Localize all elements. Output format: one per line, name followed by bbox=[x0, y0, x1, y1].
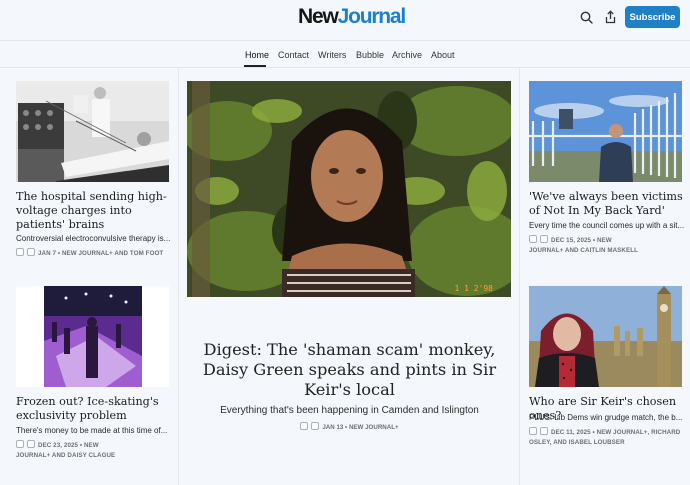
column-divider bbox=[519, 68, 520, 485]
article-byline: DEC 23, 2025 • NEW bbox=[38, 442, 99, 449]
nav-item-bubble[interactable]: Bubble bbox=[356, 50, 384, 60]
article-title-digest[interactable]: Digest: The 'shaman scam' monkey, Daisy … bbox=[188, 340, 511, 400]
article-byline: JAN 13 • NEW JOURNAL+ bbox=[322, 424, 399, 431]
logo-text-journal: Journal bbox=[337, 5, 407, 28]
article-image-skating[interactable] bbox=[16, 286, 169, 387]
search-icon[interactable] bbox=[578, 9, 594, 25]
nav-item-writers[interactable]: Writers bbox=[318, 50, 346, 60]
main-nav: Home Contact Writers Bubble Archive Abou… bbox=[0, 41, 690, 68]
article-meta-keir: DEC 11, 2025 • NEW JOURNAL+, RICHARD OSL… bbox=[529, 427, 689, 448]
article-image-hospital[interactable] bbox=[16, 81, 169, 182]
site-logo[interactable]: NewJournal bbox=[298, 5, 407, 28]
lock-icon bbox=[311, 422, 320, 430]
article-meta-hospital: JAN 7 • NEW JOURNAL+ AND TOM FOOT bbox=[16, 248, 176, 259]
bookmark-icon[interactable] bbox=[529, 427, 537, 435]
article-meta-skating: DEC 23, 2025 • NEW JOURNAL+ AND DAISY CL… bbox=[16, 440, 176, 461]
nav-active-indicator bbox=[244, 65, 266, 67]
bookmark-icon[interactable] bbox=[16, 440, 24, 448]
nav-item-archive[interactable]: Archive bbox=[392, 50, 422, 60]
nav-item-contact[interactable]: Contact bbox=[278, 50, 309, 60]
column-divider bbox=[178, 68, 179, 485]
article-meta-nimby: DEC 15, 2025 • NEW JOURNAL+ AND CAITLIN … bbox=[529, 235, 689, 256]
site-header: NewJournal Subscribe bbox=[0, 0, 690, 41]
lock-icon bbox=[540, 235, 548, 243]
article-desc-nimby: Every time the council comes up with a s… bbox=[529, 221, 685, 230]
article-image-keir[interactable] bbox=[529, 286, 682, 387]
article-byline: JAN 7 • NEW JOURNAL+ AND TOM FOOT bbox=[38, 250, 164, 257]
nav-item-about[interactable]: About bbox=[431, 50, 455, 60]
article-title-hospital[interactable]: The hospital sending high-voltage charge… bbox=[16, 190, 176, 232]
bookmark-icon[interactable] bbox=[529, 235, 537, 243]
article-title-skating[interactable]: Frozen out? Ice-skating's exclusivity pr… bbox=[16, 395, 176, 423]
subscribe-button[interactable]: Subscribe bbox=[625, 6, 680, 28]
article-byline-cont: OSLEY, AND ISABEL LOUBSER bbox=[529, 439, 625, 446]
lock-icon bbox=[540, 427, 548, 435]
photo-date-stamp: 1 1 2'98 bbox=[454, 284, 493, 293]
article-byline: DEC 15, 2025 • NEW bbox=[551, 237, 612, 244]
logo-text-new: New bbox=[298, 5, 339, 28]
article-image-digest[interactable]: 1 1 2'98 bbox=[187, 81, 511, 297]
nav-item-home[interactable]: Home bbox=[245, 50, 269, 60]
article-byline-cont: JOURNAL+ AND DAISY CLAGUE bbox=[16, 452, 116, 459]
article-byline-cont: JOURNAL+ AND CAITLIN MASKELL bbox=[529, 247, 638, 254]
article-image-nimby[interactable] bbox=[529, 81, 682, 182]
article-desc-skating: There's money to be made at this time of… bbox=[16, 426, 168, 435]
lock-icon bbox=[27, 248, 35, 256]
article-desc-hospital: Controversial electroconvulsive therapy … bbox=[16, 234, 171, 243]
article-meta-digest: JAN 13 • NEW JOURNAL+ bbox=[188, 422, 511, 431]
article-title-nimby[interactable]: 'We've always been victims of Not In My … bbox=[529, 190, 689, 218]
bookmark-icon[interactable] bbox=[300, 422, 309, 430]
share-icon[interactable] bbox=[602, 9, 618, 25]
article-byline: DEC 11, 2025 • NEW JOURNAL+, RICHARD bbox=[551, 429, 681, 436]
article-desc-keir: PLUS: Lib Dems win grudge match, the b..… bbox=[529, 413, 683, 422]
article-desc-digest: Everything that's been happening in Camd… bbox=[220, 405, 479, 416]
bookmark-icon[interactable] bbox=[16, 248, 24, 256]
lock-icon bbox=[27, 440, 35, 448]
